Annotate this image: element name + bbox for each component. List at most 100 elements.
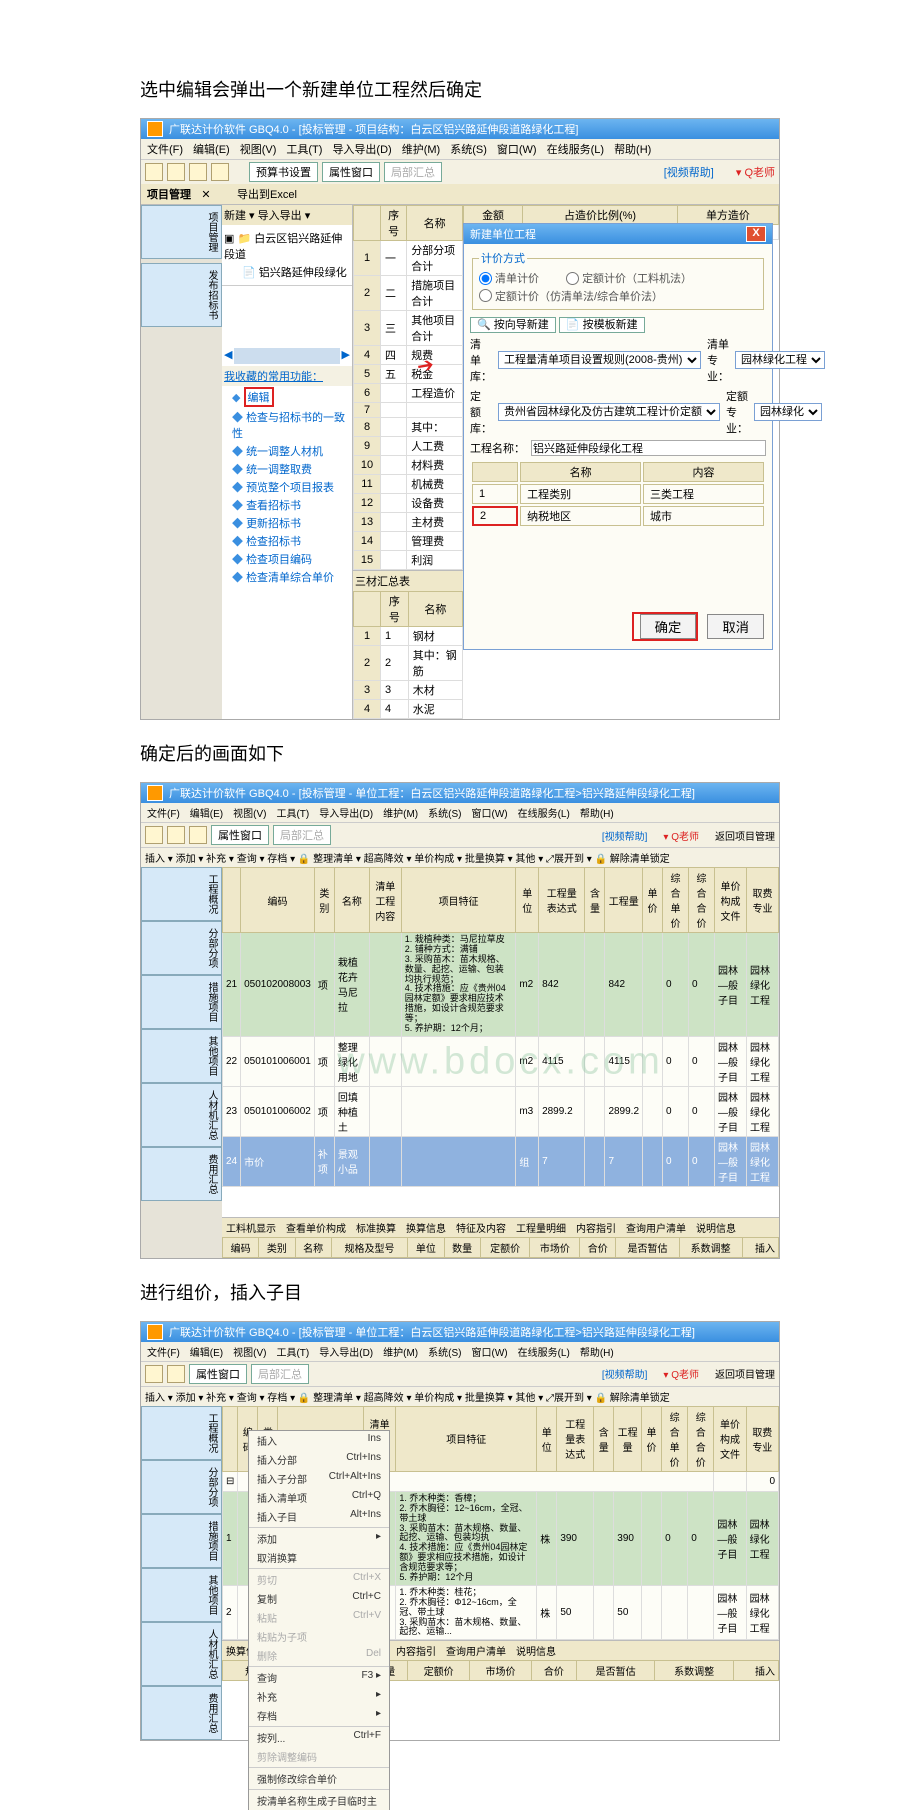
dialog-close-icon[interactable]: X	[746, 226, 766, 242]
menu-bar-3[interactable]: 文件(F)编辑(E)视图(V)工具(T)导入导出(D)维护(M)系统(S)窗口(…	[141, 1342, 779, 1361]
cancel-button[interactable]: 取消	[707, 614, 764, 639]
menu-file[interactable]: 文件(F)	[147, 141, 183, 157]
menu-online[interactable]: 在线服务(L)	[547, 141, 604, 157]
bt3-7[interactable]: 查询用户清单	[446, 1643, 506, 1658]
vt3-6[interactable]: 费用汇总	[141, 1686, 222, 1740]
fav-edit[interactable]: ◆ 编辑	[222, 386, 352, 408]
t-attr[interactable]: 属性窗口	[211, 825, 269, 845]
vt-2[interactable]: 分部分项	[141, 921, 222, 975]
menu-io[interactable]: 导入导出(D)	[332, 141, 391, 157]
export-excel[interactable]: 导出到Excel	[237, 186, 297, 202]
m3-help[interactable]: 帮助(H)	[580, 1344, 614, 1359]
vt-1[interactable]: 工程概况	[141, 867, 222, 921]
t-back[interactable]: 返回项目管理	[715, 828, 775, 843]
sel-dek[interactable]: 贵州省园林绿化及仿古建筑工程计价定额	[498, 403, 720, 421]
ctx-insert-fb[interactable]: 插入分部Ctrl+Ins	[249, 1450, 389, 1469]
ctx-insert[interactable]: 插入Ins	[249, 1431, 389, 1450]
sel-dezy[interactable]: 园林绿化	[754, 403, 822, 421]
fav-update-bid[interactable]: ◆ 更新招标书	[222, 514, 352, 532]
menu-help[interactable]: 帮助(H)	[614, 141, 651, 157]
menu-win[interactable]: 窗口(W)	[497, 141, 537, 157]
t-icon[interactable]	[167, 826, 185, 844]
close-icon[interactable]: ✕	[199, 188, 213, 201]
tool-new-icon[interactable]	[145, 163, 163, 181]
ctx-add[interactable]: 添加▸	[249, 1529, 389, 1548]
vt-4[interactable]: 其他项目	[141, 1029, 222, 1083]
sel-qdk[interactable]: 工程量清单项目设置规则(2008-贵州)	[498, 351, 701, 369]
t-icon[interactable]	[167, 1365, 185, 1383]
t-video[interactable]: [视频帮助]	[602, 1366, 648, 1381]
sel-qdzy[interactable]: 园林绿化工程	[735, 351, 825, 369]
m2-view[interactable]: 视图(V)	[233, 805, 266, 820]
tool-save-icon[interactable]	[189, 163, 207, 181]
tool-open-icon[interactable]	[167, 163, 185, 181]
bt-4[interactable]: 特征及内容	[456, 1220, 506, 1235]
bottom-tabs[interactable]: 工料机显示查看单价构成标准换算换算信息特征及内容工程量明细内容指引查询用户清单说…	[222, 1217, 779, 1237]
template-new-btn[interactable]: 📄 按模板新建	[559, 317, 645, 333]
fav-preview[interactable]: ◆ 预览整个项目报表	[222, 478, 352, 496]
ops-bar-3[interactable]: 插入 ▾ 添加 ▾ 补充 ▾ 查询 ▾ 存档 ▾ 🔒 整理清单 ▾ 超高降效 ▾…	[141, 1386, 779, 1406]
t-icon[interactable]	[145, 826, 163, 844]
m2-help[interactable]: 帮助(H)	[580, 805, 614, 820]
m3-maint[interactable]: 维护(M)	[383, 1344, 418, 1359]
tool-budget[interactable]: 预算书设置	[249, 162, 318, 182]
vt-6[interactable]: 费用汇总	[141, 1147, 222, 1201]
project-tree[interactable]: ▣ 📁 白云区铝兴路延伸段道 📄 铝兴路延伸段绿化	[222, 225, 352, 285]
m2-win[interactable]: 窗口(W)	[471, 805, 507, 820]
menu-bar-2[interactable]: 文件(F)编辑(E)视图(V)工具(T)导入导出(D)维护(M)系统(S)窗口(…	[141, 803, 779, 822]
fav-check[interactable]: ◆ 检查与招标书的一致性	[222, 408, 352, 442]
ok-button[interactable]: 确定	[640, 614, 697, 639]
q-teacher-link[interactable]: ▾ Q老师	[736, 164, 775, 180]
wizard-new-btn[interactable]: 🔍 按向导新建	[470, 317, 556, 333]
m3-tools[interactable]: 工具(T)	[276, 1344, 309, 1359]
menu-edit[interactable]: 编辑(E)	[193, 141, 230, 157]
ctx-cancel[interactable]: 取消换算	[249, 1548, 389, 1567]
bt3-8[interactable]: 说明信息	[516, 1643, 556, 1658]
t-q[interactable]: ▾ Q老师	[663, 828, 699, 843]
attr-grid[interactable]: 名称内容 1工程类别三类工程 2纳税地区城市	[470, 460, 766, 528]
ctx-bycol[interactable]: 按列...Ctrl+F	[249, 1728, 389, 1747]
fav-rcj[interactable]: ◆ 统一调整人材机	[222, 442, 352, 460]
vt3-4[interactable]: 其他项目	[141, 1568, 222, 1622]
bt-6[interactable]: 内容指引	[576, 1220, 616, 1235]
bt-2[interactable]: 标准换算	[356, 1220, 396, 1235]
mode-de1[interactable]: 定额计价（工料机法）	[566, 270, 692, 286]
t-q[interactable]: ▾ Q老师	[663, 1366, 699, 1381]
menu-maint[interactable]: 维护(M)	[402, 141, 441, 157]
m3-online[interactable]: 在线服务(L)	[518, 1344, 570, 1359]
vt3-2[interactable]: 分部分项	[141, 1460, 222, 1514]
ctx-insert-zm[interactable]: 插入子目Alt+Ins	[249, 1507, 389, 1526]
t-icon[interactable]	[145, 1365, 163, 1383]
fav-check-code[interactable]: ◆ 检查项目编码	[222, 550, 352, 568]
vt3-3[interactable]: 措施项目	[141, 1514, 222, 1568]
m3-io[interactable]: 导入导出(D)	[319, 1344, 373, 1359]
mode-de2[interactable]: 定额计价（仿清单法/综合单价法）	[479, 288, 663, 304]
vt3-5[interactable]: 人材机汇总	[141, 1622, 222, 1686]
side-tab-publish[interactable]: 发布招标书	[141, 263, 222, 327]
fav-fee[interactable]: ◆ 统一调整取费	[222, 460, 352, 478]
menu-view[interactable]: 视图(V)	[240, 141, 277, 157]
side-tab-project[interactable]: 项目管理	[141, 205, 222, 259]
bt-7[interactable]: 查询用户清单	[626, 1220, 686, 1235]
fav-check-price[interactable]: ◆ 检查清单综合单价	[222, 568, 352, 586]
vt-3[interactable]: 措施项目	[141, 975, 222, 1029]
m3-win[interactable]: 窗口(W)	[471, 1344, 507, 1359]
ops-bar[interactable]: 插入 ▾ 添加 ▾ 补充 ▾ 查询 ▾ 存档 ▾ 🔒 整理清单 ▾ 超高降效 ▾…	[141, 847, 779, 867]
bt-1[interactable]: 查看单价构成	[286, 1220, 346, 1235]
bt-3[interactable]: 换算信息	[406, 1220, 446, 1235]
m3-file[interactable]: 文件(F)	[147, 1344, 180, 1359]
m2-tools[interactable]: 工具(T)	[276, 805, 309, 820]
vt3-1[interactable]: 工程概况	[141, 1406, 222, 1460]
m2-sys[interactable]: 系统(S)	[428, 805, 461, 820]
t-icon[interactable]	[189, 826, 207, 844]
tool-print-icon[interactable]	[211, 163, 229, 181]
m3-view[interactable]: 视图(V)	[233, 1344, 266, 1359]
m2-maint[interactable]: 维护(M)	[383, 805, 418, 820]
m3-sys[interactable]: 系统(S)	[428, 1344, 461, 1359]
menu-tools[interactable]: 工具(T)	[286, 141, 322, 157]
new-import-bar[interactable]: 新建 ▾ 导入导出 ▾	[222, 205, 352, 225]
ctx-copy[interactable]: 复制Ctrl+C	[249, 1589, 389, 1608]
bt-0[interactable]: 工料机显示	[226, 1220, 276, 1235]
ctx-sup[interactable]: 补充▸	[249, 1687, 389, 1706]
ctx-gen[interactable]: 按清单名称生成子目临时主材	[249, 1791, 389, 1810]
